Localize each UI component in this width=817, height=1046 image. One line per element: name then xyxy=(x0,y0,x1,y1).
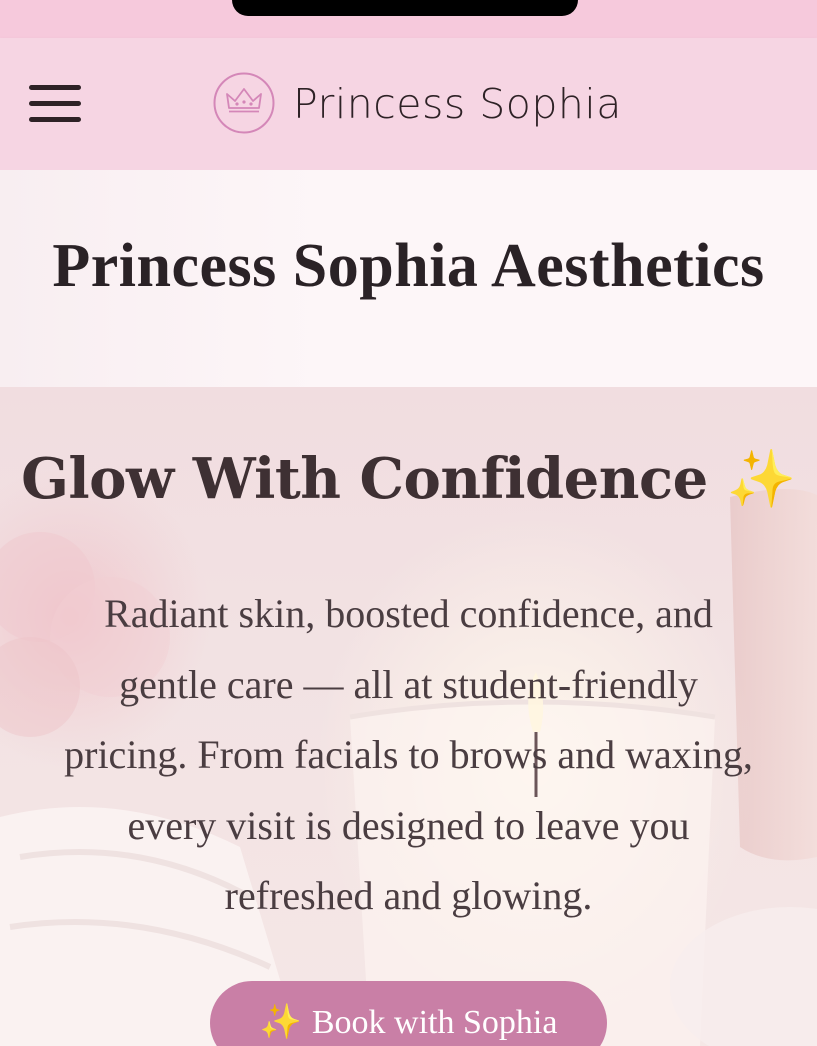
hamburger-menu-icon[interactable] xyxy=(29,85,83,125)
book-button-label: Book with Sophia xyxy=(311,1004,558,1041)
menu-line xyxy=(29,101,81,106)
crown-icon[interactable] xyxy=(213,72,275,134)
sparkle-icon: ✨ xyxy=(259,1004,302,1041)
hero-heading: Glow With Confidence ✨ xyxy=(0,443,817,516)
hero-heading-text: Glow With Confidence xyxy=(21,446,708,512)
site-header: Princess Sophia xyxy=(0,38,817,170)
hero-section: Glow With Confidence ✨ Radiant skin, boo… xyxy=(0,387,817,1046)
hero-description: Radiant skin, boosted confidence, and ge… xyxy=(64,591,753,918)
page-title-band: Princess Sophia Aesthetics xyxy=(0,170,817,387)
status-bar xyxy=(0,0,817,38)
book-button[interactable]: ✨ Book with Sophia xyxy=(210,981,607,1046)
device-notch xyxy=(232,0,578,16)
sparkle-icon: ✨ xyxy=(726,447,797,512)
menu-line xyxy=(29,85,81,90)
brand-name[interactable]: Princess Sophia xyxy=(293,74,622,134)
page-title: Princess Sophia Aesthetics xyxy=(52,232,765,300)
menu-line xyxy=(29,117,81,122)
